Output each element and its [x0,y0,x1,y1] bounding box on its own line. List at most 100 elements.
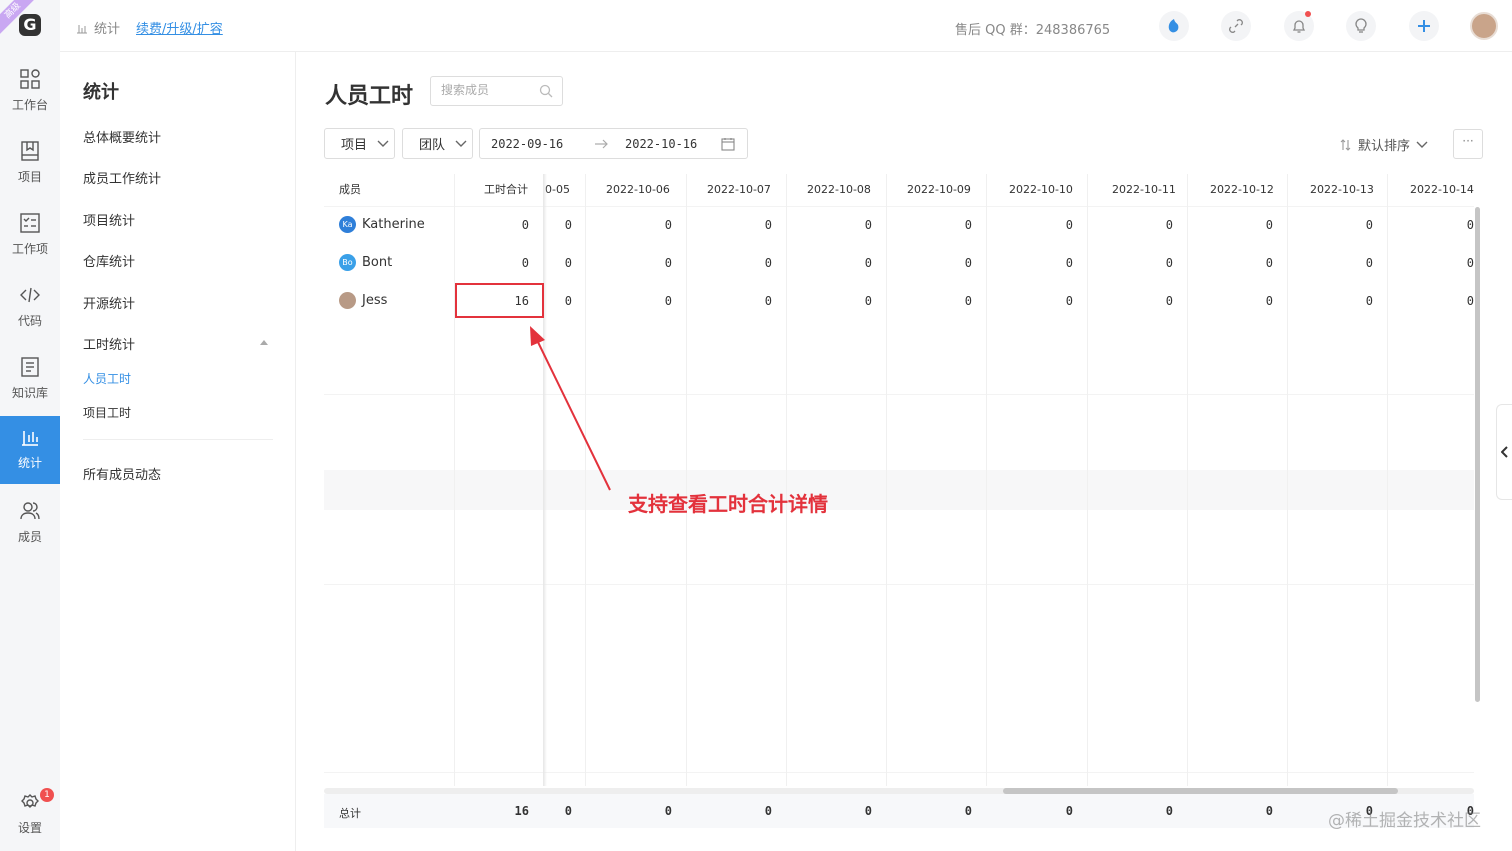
member-cell[interactable]: Ka Katherine [339,216,425,233]
date-end: 2022-10-16 [625,137,698,151]
day-hours-cell[interactable]: 0 [1434,256,1474,270]
side-panel-toggle[interactable] [1496,404,1512,500]
create-button[interactable] [1409,11,1439,41]
member-search[interactable] [430,76,563,106]
rail-item-workitem[interactable]: 工作项 [0,202,60,270]
day-hours-cell[interactable]: 0 [632,294,672,308]
sidebar-item-member-worktime[interactable]: 人员工时 [83,370,131,387]
day-hours-cell[interactable]: 0 [1233,294,1273,308]
day-hours-cell[interactable]: 0 [1133,218,1173,232]
vertical-scrollbar-thumb[interactable] [1475,207,1480,702]
day-hours-cell[interactable]: 0 [632,218,672,232]
day-hours-cell[interactable]: 0 [732,256,772,270]
day-hours-cell[interactable]: 0 [1233,256,1273,270]
total-hours-cell[interactable]: 0 [470,218,529,232]
footer-day-cell: 0 [564,804,572,818]
rail-item-members[interactable]: 成员 [0,490,60,558]
day-hours-cell[interactable]: 0 [1033,218,1073,232]
day-hours-cell[interactable]: 0 [732,218,772,232]
day-hours-cell[interactable]: 0 [1434,294,1474,308]
rail-item-stats[interactable]: 统计 [0,416,60,484]
col-header-date[interactable]: 2022-10-10 [1009,174,1073,206]
project-filter[interactable]: 项目 [324,128,395,159]
day-hours-cell[interactable]: 0 [1333,218,1373,232]
col-header-date[interactable]: 2022-10-13 [1310,174,1374,206]
day-hours-cell[interactable]: 0 [1033,294,1073,308]
app-logo[interactable]: 高级 G [0,0,60,52]
col-header-total[interactable]: 工时合计 [484,174,528,206]
col-header-member[interactable]: 成员 [339,174,361,206]
day-hours-cell[interactable]: 0 [932,218,972,232]
upgrade-link[interactable]: 续费/升级/扩容 [136,18,223,37]
day-hours-cell[interactable]: 0 [1233,218,1273,232]
sort-dropdown[interactable]: 默认排序 [1340,135,1428,154]
member-name: Katherine [362,217,425,232]
day-hours-cell[interactable]: 0 [932,256,972,270]
col-header-date[interactable]: 2022-10-06 [606,174,670,206]
notification-dot [1305,11,1311,17]
col-header-date[interactable]: 2022-10-08 [807,174,871,206]
bulb-icon [1355,18,1367,33]
help-button[interactable] [1159,11,1189,41]
row-divider [324,772,1474,773]
col-header-date[interactable]: 2022-10-09 [907,174,971,206]
day-hours-cell[interactable]: 0 [832,218,872,232]
day-hours-cell[interactable]: 0 [1133,256,1173,270]
search-input[interactable] [441,83,541,97]
sidebar-item-member-work[interactable]: 成员工作统计 [83,168,161,187]
day-hours-cell[interactable]: 0 [732,294,772,308]
day-hours-cell[interactable]: 0 [532,256,572,270]
day-hours-cell[interactable]: 0 [1133,294,1173,308]
link-button[interactable] [1221,11,1251,41]
rail-item-dashboard[interactable]: 工作台 [0,58,60,126]
sidebar-item-project-stats[interactable]: 项目统计 [83,210,135,229]
workitem-icon [20,213,40,233]
sidebar-item-overview[interactable]: 总体概要统计 [83,127,161,146]
day-hours-cell[interactable]: 0 [832,256,872,270]
day-hours-cell[interactable]: 0 [1333,256,1373,270]
date-start: 2022-09-16 [491,137,564,151]
day-hours-cell[interactable]: 0 [932,294,972,308]
col-header-date[interactable]: 2022-10-11 [1112,174,1176,206]
day-hours-cell[interactable]: 0 [1434,218,1474,232]
footer-day-cell: 0 [864,804,872,818]
member-name: Bont [362,255,393,270]
total-hours-cell[interactable]: 0 [470,256,529,270]
more-button[interactable]: ··· [1453,129,1483,159]
day-hours-cell[interactable]: 0 [1033,256,1073,270]
col-divider [1387,174,1388,786]
collapse-caret-icon[interactable] [260,340,268,345]
col-divider [1287,174,1288,786]
wiki-icon [21,357,39,377]
rail-item-project[interactable]: 项目 [0,130,60,198]
code-icon [20,287,40,303]
member-cell[interactable]: Bo Bont [339,254,392,271]
stats-icon [22,431,38,446]
notifications-button[interactable] [1284,11,1314,41]
col-header-date[interactable]: 2022-10-12 [1210,174,1274,206]
col-divider [786,174,787,786]
col-divider [686,174,687,786]
date-range-picker[interactable]: 2022-09-16 2022-10-16 [479,128,748,159]
rail-item-code[interactable]: 代码 [0,274,60,342]
team-filter[interactable]: 团队 [402,128,473,159]
day-hours-cell[interactable]: 0 [1333,294,1373,308]
day-hours-cell[interactable]: 0 [832,294,872,308]
user-avatar[interactable] [1470,12,1498,40]
tips-button[interactable] [1346,11,1376,41]
member-cell[interactable]: Jess [339,292,387,309]
rail-label: 项目 [17,170,42,184]
day-hours-cell[interactable]: 0 [532,218,572,232]
row-divider [324,394,1474,395]
sidebar-item-repo-stats[interactable]: 仓库统计 [83,251,135,270]
sidebar-item-member-activity[interactable]: 所有成员动态 [83,464,161,483]
footer-day-cell: 0 [1165,804,1173,818]
day-hours-cell[interactable]: 0 [632,256,672,270]
sidebar-item-opensource-stats[interactable]: 开源统计 [83,293,135,312]
sidebar-item-worktime-stats[interactable]: 工时统计 [83,334,135,353]
sidebar-item-project-worktime[interactable]: 项目工时 [83,404,131,421]
rail-item-wiki[interactable]: 知识库 [0,346,60,414]
col-header-date[interactable]: 0-05 [545,174,570,206]
col-header-date[interactable]: 2022-10-14 [1410,174,1474,206]
col-header-date[interactable]: 2022-10-07 [707,174,771,206]
